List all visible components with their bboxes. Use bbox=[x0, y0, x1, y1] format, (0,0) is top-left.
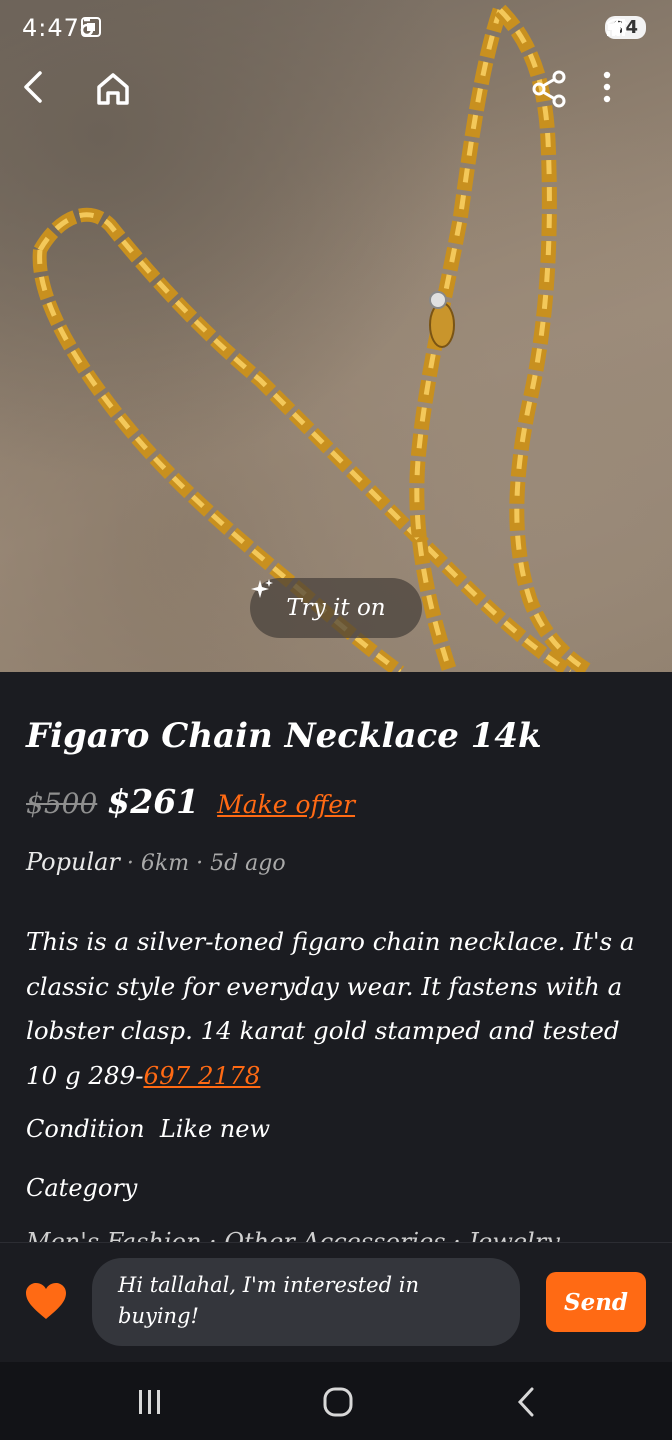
home-circle-icon bbox=[323, 1387, 353, 1417]
system-home-button[interactable] bbox=[318, 1382, 358, 1422]
notification-icon bbox=[80, 18, 94, 37]
make-offer-link[interactable]: Make offer bbox=[217, 790, 355, 819]
system-back-icon bbox=[517, 1387, 534, 1417]
home-button[interactable] bbox=[94, 70, 142, 118]
signal-icon bbox=[606, 19, 625, 36]
save-favorite-button[interactable] bbox=[24, 1281, 68, 1325]
status-bar: 4:47 94 bbox=[0, 0, 672, 60]
category-label: Category bbox=[26, 1174, 138, 1202]
try-it-on-label: Try it on bbox=[286, 595, 386, 621]
distance-label: 6km bbox=[140, 851, 190, 876]
popularity-label: Popular bbox=[26, 848, 120, 876]
message-input[interactable]: Hi tallahal, I'm interested in buying! bbox=[92, 1258, 520, 1346]
share-icon bbox=[532, 70, 566, 108]
system-navigation-bar bbox=[0, 1362, 672, 1440]
back-arrow-icon bbox=[24, 71, 42, 103]
listing-details: Figaro Chain Necklace 14k $500 $261 Make… bbox=[0, 672, 672, 1242]
send-button[interactable]: Send bbox=[546, 1272, 646, 1332]
condition-label: Condition bbox=[26, 1115, 145, 1143]
category-path[interactable]: Men's Fashion · Other Accessories · Jewe… bbox=[26, 1228, 560, 1242]
recent-apps-icon bbox=[139, 1390, 160, 1414]
try-it-on-button[interactable]: Try it on bbox=[250, 578, 422, 638]
condition-value: Like new bbox=[159, 1115, 271, 1143]
condition-row: Condition Like new bbox=[26, 1115, 270, 1143]
price-row: $500 $261 Make offer bbox=[26, 782, 355, 821]
more-options-button[interactable] bbox=[602, 70, 650, 118]
more-vertical-icon bbox=[603, 71, 611, 103]
description-text: This is a silver-toned figaro chain neck… bbox=[26, 927, 635, 1090]
message-bar: Hi tallahal, I'm interested in buying! S… bbox=[0, 1242, 672, 1363]
sparkle-icon bbox=[251, 579, 273, 598]
recent-apps-button[interactable] bbox=[130, 1382, 170, 1422]
phone-number-link[interactable]: 697 2178 bbox=[143, 1061, 260, 1090]
share-button[interactable] bbox=[531, 70, 579, 118]
listing-meta: Popular · 6km · 5d ago bbox=[26, 848, 286, 876]
back-button[interactable] bbox=[20, 70, 68, 118]
listing-description: This is a silver-toned figaro chain neck… bbox=[26, 920, 641, 1098]
status-system-icons: 94 bbox=[604, 16, 646, 39]
heart-icon bbox=[26, 1283, 66, 1319]
home-icon bbox=[97, 73, 129, 105]
product-photo[interactable]: 4:47 94 Try it on bbox=[0, 0, 672, 672]
posted-time: 5d ago bbox=[210, 851, 286, 876]
listing-title: Figaro Chain Necklace 14k bbox=[26, 716, 542, 756]
system-back-button[interactable] bbox=[506, 1382, 546, 1422]
current-price: $261 bbox=[107, 782, 200, 821]
status-time: 4:47 bbox=[22, 14, 80, 42]
original-price: $500 bbox=[26, 787, 98, 820]
